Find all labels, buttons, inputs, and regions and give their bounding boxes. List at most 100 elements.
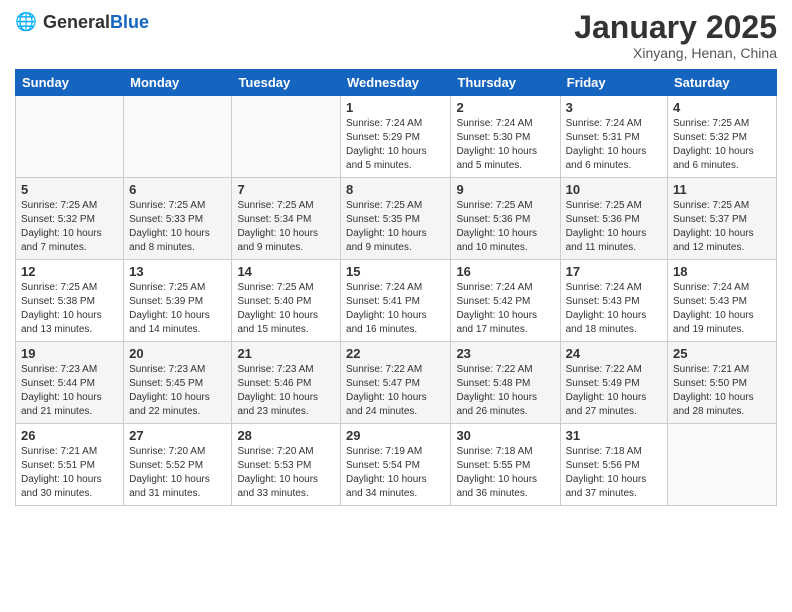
svg-text:🌐: 🌐 [15, 12, 37, 32]
table-row [668, 424, 777, 506]
day-info: Sunrise: 7:25 AM Sunset: 5:37 PM Dayligh… [673, 199, 771, 255]
day-number: 10 [566, 182, 662, 197]
table-row: 3 Sunrise: 7:24 AM Sunset: 5:31 PM Daylig… [560, 96, 667, 178]
day-number: 26 [21, 428, 118, 443]
day-info: Sunrise: 7:25 AM Sunset: 5:33 PM Dayligh… [129, 199, 226, 255]
calendar-week-1: 1 Sunrise: 7:24 AM Sunset: 5:29 PM Daylig… [16, 96, 777, 178]
subtitle: Xinyang, Henan, China [574, 45, 777, 61]
day-info: Sunrise: 7:20 AM Sunset: 5:53 PM Dayligh… [237, 445, 335, 501]
day-info: Sunrise: 7:23 AM Sunset: 5:45 PM Dayligh… [129, 363, 226, 419]
day-number: 31 [566, 428, 662, 443]
day-number: 20 [129, 346, 226, 361]
month-title: January 2025 [574, 10, 777, 45]
logo-text-blue: Blue [110, 12, 149, 32]
day-number: 7 [237, 182, 335, 197]
day-info: Sunrise: 7:18 AM Sunset: 5:56 PM Dayligh… [566, 445, 662, 501]
day-info: Sunrise: 7:25 AM Sunset: 5:36 PM Dayligh… [456, 199, 554, 255]
table-row: 9 Sunrise: 7:25 AM Sunset: 5:36 PM Daylig… [451, 178, 560, 260]
calendar-week-3: 12Sunrise: 7:25 AM Sunset: 5:38 PM Dayli… [16, 260, 777, 342]
table-row: 13Sunrise: 7:25 AM Sunset: 5:39 PM Dayli… [124, 260, 232, 342]
table-row: 11 Sunrise: 7:25 AM Sunset: 5:37 PM Dayli… [668, 178, 777, 260]
logo: 🌐 GeneralBlue [15, 10, 149, 34]
day-info: Sunrise: 7:25 AM Sunset: 5:36 PM Dayligh… [566, 199, 662, 255]
table-row: 10 Sunrise: 7:25 AM Sunset: 5:36 PM Dayli… [560, 178, 667, 260]
day-number: 3 [566, 100, 662, 115]
day-info: Sunrise: 7:23 AM Sunset: 5:46 PM Dayligh… [237, 363, 335, 419]
table-row: 20 Sunrise: 7:23 AM Sunset: 5:45 PM Dayli… [124, 342, 232, 424]
col-tuesday: Tuesday [232, 70, 341, 96]
table-row: 19 Sunrise: 7:23 AM Sunset: 5:44 PM Dayli… [16, 342, 124, 424]
table-row: 12Sunrise: 7:25 AM Sunset: 5:38 PM Dayli… [16, 260, 124, 342]
logo-icon: 🌐 [15, 10, 39, 34]
table-row: 22 Sunrise: 7:22 AM Sunset: 5:47 PM Dayli… [341, 342, 451, 424]
col-friday: Friday [560, 70, 667, 96]
day-info: Sunrise: 7:22 AM Sunset: 5:47 PM Dayligh… [346, 363, 445, 419]
table-row [16, 96, 124, 178]
page: 🌐 GeneralBlue January 2025 Xinyang, Hena… [0, 0, 792, 612]
day-number: 9 [456, 182, 554, 197]
day-info: Sunrise: 7:25 AM Sunset: 5:35 PM Dayligh… [346, 199, 445, 255]
table-row: 5 Sunrise: 7:25 AM Sunset: 5:32 PM Daylig… [16, 178, 124, 260]
table-row [124, 96, 232, 178]
calendar-header-row: Sunday Monday Tuesday Wednesday Thursday… [16, 70, 777, 96]
day-info: Sunrise: 7:19 AM Sunset: 5:54 PM Dayligh… [346, 445, 445, 501]
day-number: 16 [456, 264, 554, 279]
table-row: 24Sunrise: 7:22 AM Sunset: 5:49 PM Dayli… [560, 342, 667, 424]
day-number: 8 [346, 182, 445, 197]
day-number: 2 [456, 100, 554, 115]
day-info: Sunrise: 7:23 AM Sunset: 5:44 PM Dayligh… [21, 363, 118, 419]
day-info: Sunrise: 7:18 AM Sunset: 5:55 PM Dayligh… [456, 445, 554, 501]
day-number: 6 [129, 182, 226, 197]
day-number: 5 [21, 182, 118, 197]
day-info: Sunrise: 7:25 AM Sunset: 5:40 PM Dayligh… [237, 281, 335, 337]
day-info: Sunrise: 7:22 AM Sunset: 5:49 PM Dayligh… [566, 363, 662, 419]
table-row: 28 Sunrise: 7:20 AM Sunset: 5:53 PM Dayli… [232, 424, 341, 506]
table-row: 17 Sunrise: 7:24 AM Sunset: 5:43 PM Dayli… [560, 260, 667, 342]
day-number: 11 [673, 182, 771, 197]
table-row: 21 Sunrise: 7:23 AM Sunset: 5:46 PM Dayli… [232, 342, 341, 424]
day-info: Sunrise: 7:25 AM Sunset: 5:32 PM Dayligh… [673, 117, 771, 173]
day-info: Sunrise: 7:24 AM Sunset: 5:43 PM Dayligh… [673, 281, 771, 337]
table-row: 26 Sunrise: 7:21 AM Sunset: 5:51 PM Dayli… [16, 424, 124, 506]
day-number: 25 [673, 346, 771, 361]
day-info: Sunrise: 7:24 AM Sunset: 5:29 PM Dayligh… [346, 117, 445, 173]
day-number: 1 [346, 100, 445, 115]
day-number: 29 [346, 428, 445, 443]
table-row: 27Sunrise: 7:20 AM Sunset: 5:52 PM Dayli… [124, 424, 232, 506]
table-row: 1 Sunrise: 7:24 AM Sunset: 5:29 PM Daylig… [341, 96, 451, 178]
calendar-table: Sunday Monday Tuesday Wednesday Thursday… [15, 69, 777, 506]
day-info: Sunrise: 7:21 AM Sunset: 5:51 PM Dayligh… [21, 445, 118, 501]
day-number: 18 [673, 264, 771, 279]
title-block: January 2025 Xinyang, Henan, China [574, 10, 777, 61]
day-number: 30 [456, 428, 554, 443]
table-row: 25 Sunrise: 7:21 AM Sunset: 5:50 PM Dayli… [668, 342, 777, 424]
day-number: 13 [129, 264, 226, 279]
table-row [232, 96, 341, 178]
table-row: 2 Sunrise: 7:24 AM Sunset: 5:30 PM Daylig… [451, 96, 560, 178]
table-row: 31 Sunrise: 7:18 AM Sunset: 5:56 PM Dayli… [560, 424, 667, 506]
day-info: Sunrise: 7:25 AM Sunset: 5:32 PM Dayligh… [21, 199, 118, 255]
table-row: 30 Sunrise: 7:18 AM Sunset: 5:55 PM Dayli… [451, 424, 560, 506]
day-info: Sunrise: 7:24 AM Sunset: 5:31 PM Dayligh… [566, 117, 662, 173]
table-row: 16Sunrise: 7:24 AM Sunset: 5:42 PM Dayli… [451, 260, 560, 342]
day-info: Sunrise: 7:21 AM Sunset: 5:50 PM Dayligh… [673, 363, 771, 419]
day-info: Sunrise: 7:20 AM Sunset: 5:52 PM Dayligh… [129, 445, 226, 501]
day-number: 12 [21, 264, 118, 279]
day-number: 28 [237, 428, 335, 443]
day-info: Sunrise: 7:24 AM Sunset: 5:30 PM Dayligh… [456, 117, 554, 173]
day-number: 23 [456, 346, 554, 361]
day-number: 21 [237, 346, 335, 361]
table-row: 29 Sunrise: 7:19 AM Sunset: 5:54 PM Dayli… [341, 424, 451, 506]
day-number: 22 [346, 346, 445, 361]
table-row: 8 Sunrise: 7:25 AM Sunset: 5:35 PM Daylig… [341, 178, 451, 260]
calendar-week-4: 19 Sunrise: 7:23 AM Sunset: 5:44 PM Dayli… [16, 342, 777, 424]
table-row: 18 Sunrise: 7:24 AM Sunset: 5:43 PM Dayli… [668, 260, 777, 342]
day-info: Sunrise: 7:22 AM Sunset: 5:48 PM Dayligh… [456, 363, 554, 419]
day-number: 19 [21, 346, 118, 361]
calendar-week-5: 26 Sunrise: 7:21 AM Sunset: 5:51 PM Dayli… [16, 424, 777, 506]
table-row: 14Sunrise: 7:25 AM Sunset: 5:40 PM Dayli… [232, 260, 341, 342]
day-number: 17 [566, 264, 662, 279]
day-info: Sunrise: 7:24 AM Sunset: 5:43 PM Dayligh… [566, 281, 662, 337]
col-thursday: Thursday [451, 70, 560, 96]
day-info: Sunrise: 7:25 AM Sunset: 5:34 PM Dayligh… [237, 199, 335, 255]
